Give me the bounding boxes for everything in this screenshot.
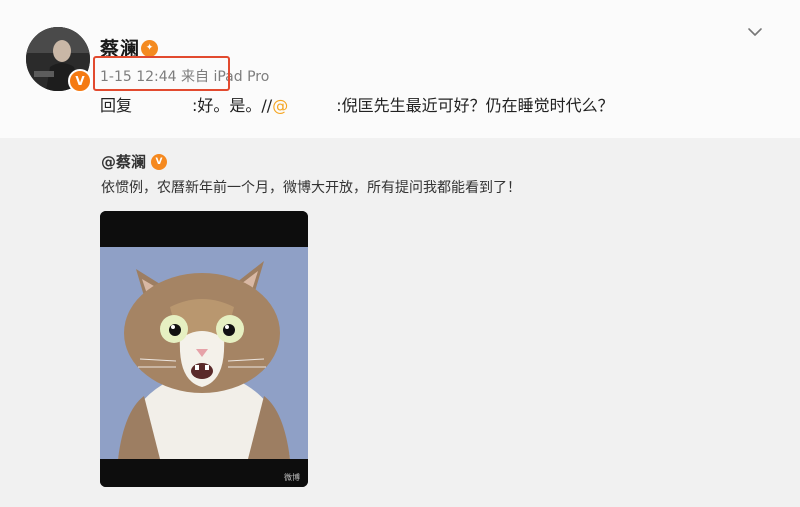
timestamp-highlight-box <box>93 56 230 91</box>
reply-text: 回复 :好。是。//@ :倪匡先生最近可好？仍在睡觉时代么？ <box>100 92 614 116</box>
chevron-down-icon[interactable] <box>745 22 765 42</box>
mention-link[interactable]: @ <box>272 96 288 115</box>
reply-prefix: 回复 <box>100 96 133 115</box>
image-watermark: 微博 <box>284 473 300 482</box>
quoted-text: 依惯例，农曆新年前一个月，微博大开放，所有提问我都能看到了！ <box>101 180 521 196</box>
post-image[interactable]: 微博 <box>100 211 308 487</box>
redacted-username <box>132 97 192 113</box>
cat-photo <box>100 211 308 487</box>
verified-badge-icon: V <box>151 154 167 170</box>
redacted-mention <box>288 97 336 113</box>
member-badge-icon[interactable]: ✦ <box>141 40 158 57</box>
verified-badge-icon: V <box>68 69 92 93</box>
reply-middle: :好。是。// <box>192 96 273 115</box>
quoted-author[interactable]: @蔡澜 <box>101 151 146 172</box>
reply-tail: :倪匡先生最近可好？仍在睡觉时代么？ <box>336 96 614 115</box>
